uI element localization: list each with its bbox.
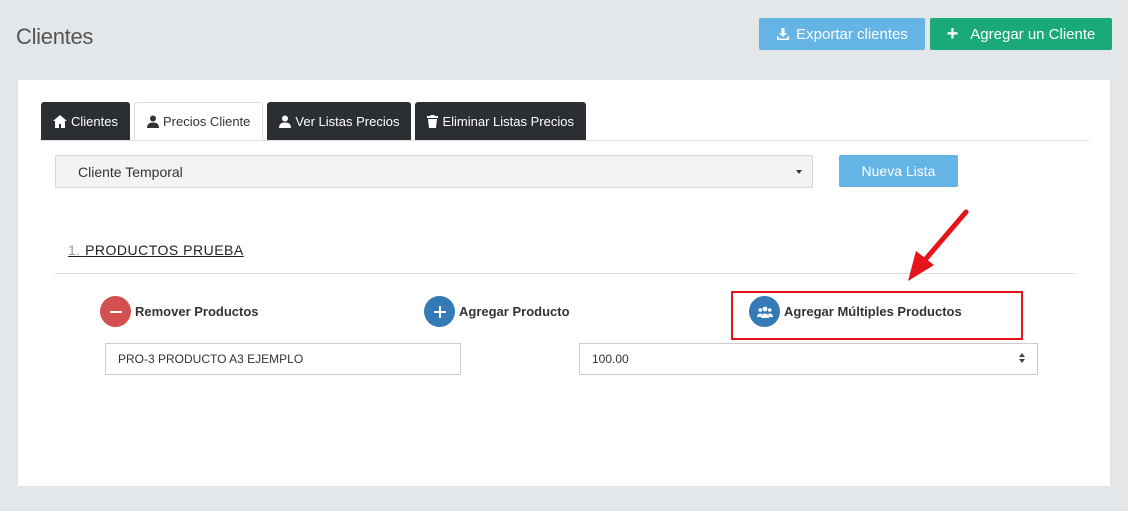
user-icon <box>146 115 159 128</box>
add-client-label: Agregar un Cliente <box>970 25 1096 43</box>
remove-products-button[interactable]: Remover Productos <box>100 296 259 327</box>
tabs-divider <box>41 140 1089 141</box>
page-title: Clientes <box>16 24 94 49</box>
client-select[interactable]: Cliente Temporal <box>55 155 813 188</box>
new-list-button[interactable]: Nueva Lista <box>839 155 958 187</box>
tab-bar: Clientes Precios Cliente Ver Listas Prec… <box>41 102 590 140</box>
section-number: 1. <box>68 242 81 258</box>
client-select-value: Cliente Temporal <box>78 163 183 180</box>
tab-label: Ver Listas Precios <box>295 113 400 129</box>
price-stepper-value: 100.00 <box>592 352 629 366</box>
tab-eliminar-listas-precios[interactable]: Eliminar Listas Precios <box>415 102 586 140</box>
tab-clientes[interactable]: Clientes <box>41 102 130 140</box>
plus-icon <box>424 296 455 327</box>
annotation-arrow-icon <box>908 209 969 281</box>
tab-label: Precios Cliente <box>162 113 251 129</box>
trash-icon <box>427 114 439 128</box>
export-clients-label: Exportar clientes <box>796 25 908 43</box>
plus-icon: + <box>946 22 959 45</box>
add-client-button[interactable]: + Agregar un Cliente <box>930 18 1112 50</box>
annotation-highlight-box <box>731 291 1023 340</box>
tab-label: Clientes <box>71 113 118 129</box>
section-name: PRODUCTOS PRUEBA <box>85 242 244 258</box>
section-title: 1. PRODUCTOS PRUEBA <box>68 242 244 258</box>
tab-label: Eliminar Listas Precios <box>442 113 574 129</box>
add-product-label: Agregar Producto <box>459 304 570 319</box>
product-field[interactable]: PRO-3 PRODUCTO A3 EJEMPLO <box>105 343 461 375</box>
price-stepper[interactable]: 100.00 <box>579 343 1038 375</box>
tab-precios-cliente[interactable]: Precios Cliente <box>133 102 264 140</box>
product-field-value: PRO-3 PRODUCTO A3 EJEMPLO <box>118 352 304 366</box>
remove-products-label: Remover Productos <box>135 304 259 319</box>
caret-down-icon <box>796 170 802 174</box>
download-icon <box>777 28 790 40</box>
user-icon <box>279 115 292 128</box>
home-icon <box>53 114 67 128</box>
tab-ver-listas-precios[interactable]: Ver Listas Precios <box>267 102 412 140</box>
spinner-arrows-icon[interactable] <box>1019 353 1025 363</box>
export-clients-button[interactable]: Exportar clientes <box>759 18 925 50</box>
add-product-button[interactable]: Agregar Producto <box>424 296 570 327</box>
minus-icon <box>100 296 131 327</box>
